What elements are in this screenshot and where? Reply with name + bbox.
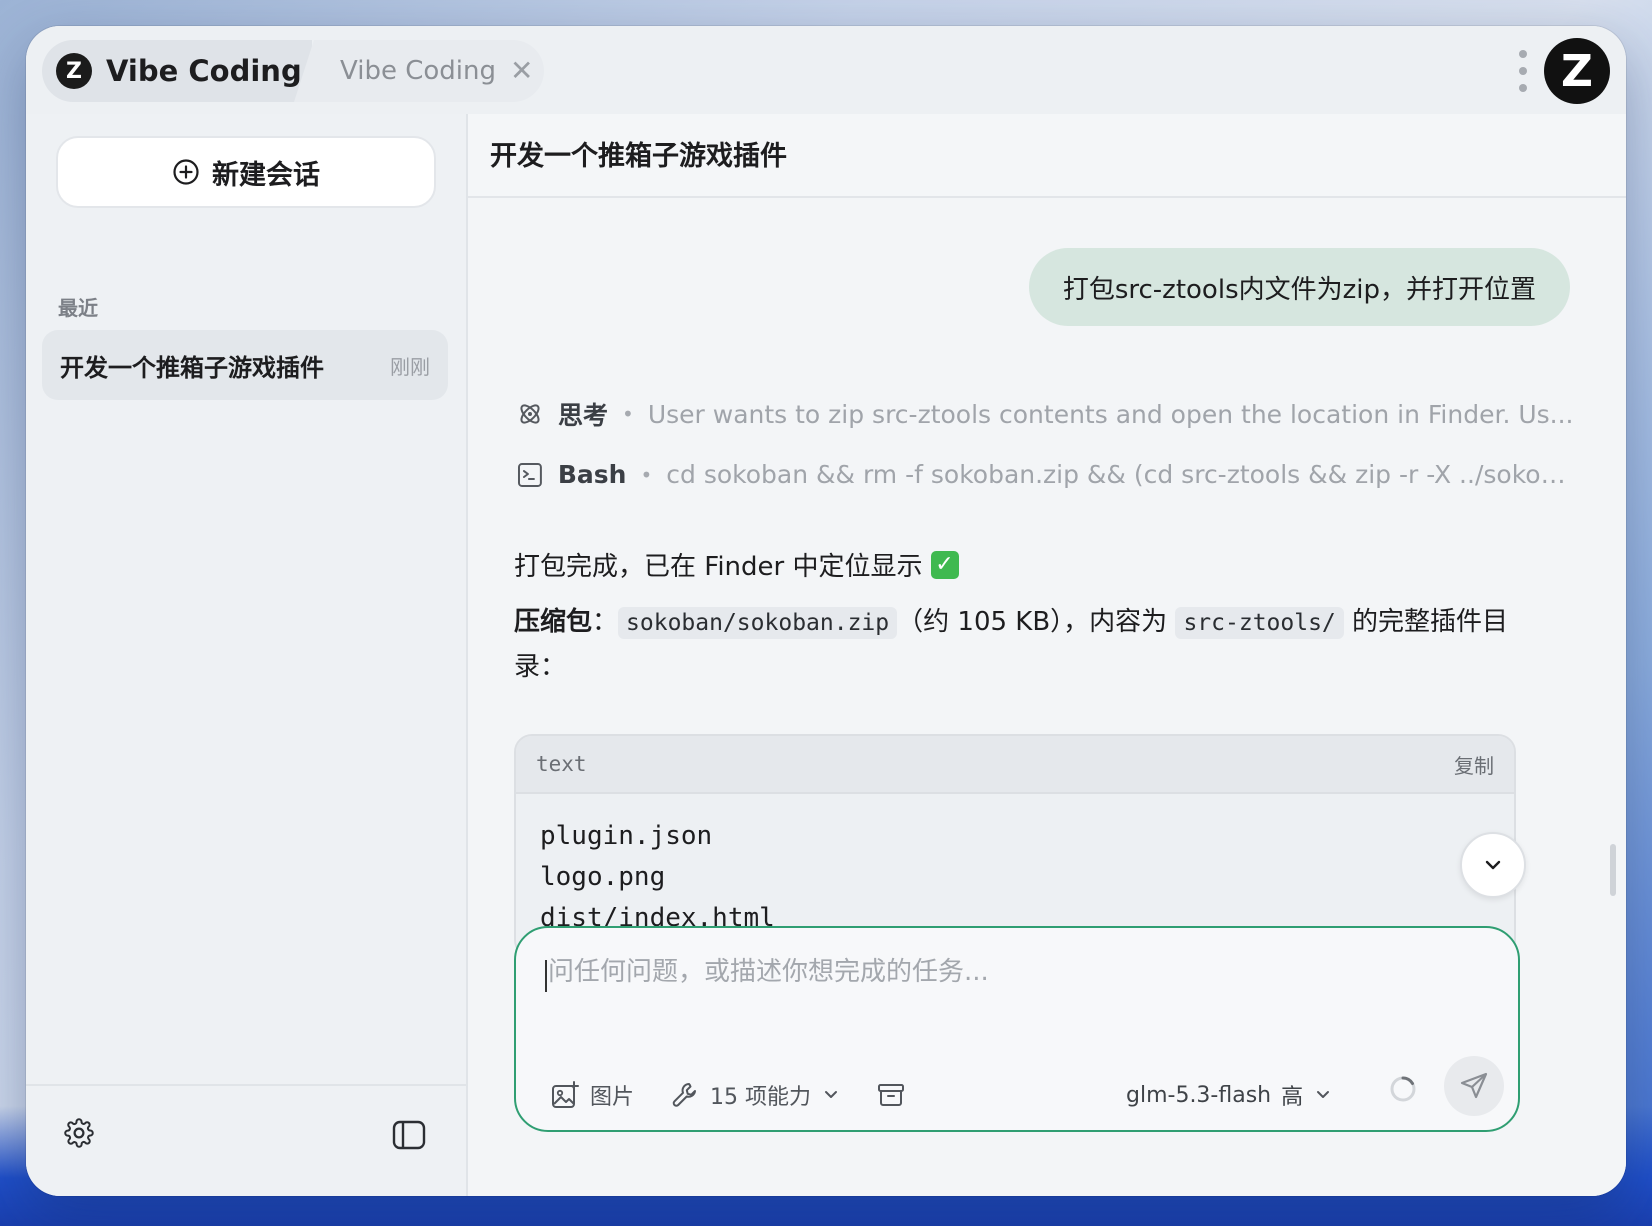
send-icon [1460,1072,1488,1099]
model-selector[interactable]: glm-5.3-flash 高 [1126,1070,1333,1120]
tool-name: 思考 [558,401,609,430]
tab-label: Vibe Coding [340,56,496,86]
model-name: glm-5.3-flash [1126,1082,1272,1108]
archive-button[interactable] [876,1070,906,1120]
check-mark-icon: ✓ [930,550,959,579]
app-logo-icon[interactable]: Z [1544,38,1610,104]
app-window: Z Vibe Coding Vibe Coding ✕ Z 新建会话 最近 开发… [26,26,1626,1196]
reply-colon: ： [592,607,619,637]
more-menu-icon[interactable] [1518,50,1528,92]
send-button[interactable] [1444,1056,1504,1116]
chat-title: 开发一个推箱子游戏插件 [490,141,787,172]
separator-dot: • [622,402,634,426]
inline-code-folder: src-ztools/ [1175,607,1344,639]
composer: 图片 15 项能力 [514,926,1520,1132]
inline-code-path: sokoban/sokoban.zip [618,607,898,639]
image-add-icon [552,1081,579,1108]
skills-label: 15 项能力 [710,1085,811,1110]
assistant-reply-paragraph: 压缩包： sokoban/sokoban.zip （约 105 KB），内容为 sr… [514,600,1524,689]
recent-section-label: 最近 [58,296,98,320]
code-language-label: text [536,752,587,776]
new-chat-label: 新建会话 [212,159,320,191]
code-line: logo.png [540,862,666,892]
sidebar: 新建会话 最近 开发一个推箱子游戏插件 刚刚 [26,114,468,1196]
sidebar-divider [26,1084,466,1086]
new-chat-button[interactable]: 新建会话 [56,136,436,208]
plus-circle-icon [173,159,199,185]
session-item[interactable]: 开发一个推箱子游戏插件 刚刚 [42,330,448,400]
chevron-down-icon [1317,1091,1330,1098]
archive-icon [878,1084,904,1106]
skills-dropdown[interactable]: 15 项能力 [670,1070,841,1120]
scroll-to-bottom-button[interactable] [1460,832,1526,898]
assistant-reply-line: 打包完成，已在 Finder 中定位显示 ✓ [514,546,959,583]
code-line: plugin.json [540,821,713,851]
gear-icon[interactable] [64,1118,94,1148]
tab-vibe-coding-active[interactable]: Z Vibe Coding [42,40,312,102]
composer-toolbar: 图片 15 项能力 glm-5.3-flash 高 [550,1070,1490,1120]
tab-label: Vibe Coding [106,54,302,88]
image-label: 图片 [590,1085,635,1110]
sidebar-toggle-icon[interactable] [392,1120,426,1150]
attach-image-button[interactable]: 图片 [550,1070,634,1120]
tool-description: cd sokoban && rm -f sokoban.zip && (cd s… [666,460,1576,489]
title-bar: Z Vibe Coding Vibe Coding ✕ Z [26,26,1626,114]
loading-spinner-icon [1390,1076,1416,1102]
session-time: 刚刚 [390,354,430,379]
scrollbar[interactable] [1610,844,1616,896]
reply-label: 压缩包 [514,607,593,637]
session-title: 开发一个推箱子游戏插件 [60,353,324,382]
chat-panel: 开发一个推箱子游戏插件 打包src-ztools内文件为zip，并打开位置 思考… [468,114,1626,1196]
wrench-icon [672,1083,696,1107]
separator-dot: • [640,462,653,487]
reply-text: 打包完成，已在 Finder 中定位显示 [514,552,923,582]
user-message: 打包src-ztools内文件为zip，并打开位置 [1028,248,1570,326]
app-logo-icon: Z [56,53,92,89]
chevron-down-icon [825,1091,837,1098]
tool-name: Bash [557,460,627,489]
tool-call-thinking[interactable]: 思考 • User wants to zip src-ztools conten… [516,396,1576,432]
code-block: text 复制 plugin.json logo.png dist/index.… [514,734,1516,958]
code-block-header: text 复制 [516,736,1514,794]
reply-text: （约 105 KB），内容为 [897,607,1168,637]
effort-level: 高 [1281,1085,1304,1110]
tool-description: User wants to zip src-ztools contents an… [647,399,1574,429]
atom-icon [520,404,540,424]
chat-header: 开发一个推箱子游戏插件 [468,114,1626,198]
tab-vibe-coding[interactable]: Vibe Coding ✕ [294,40,544,102]
copy-button[interactable]: 复制 [1454,750,1494,779]
tool-call-bash[interactable]: Bash • cd sokoban && rm -f sokoban.zip &… [516,460,1576,489]
chevron-down-icon [1485,860,1501,870]
message-input[interactable] [546,956,1490,988]
terminal-icon [517,462,542,487]
close-icon[interactable]: ✕ [510,57,533,85]
